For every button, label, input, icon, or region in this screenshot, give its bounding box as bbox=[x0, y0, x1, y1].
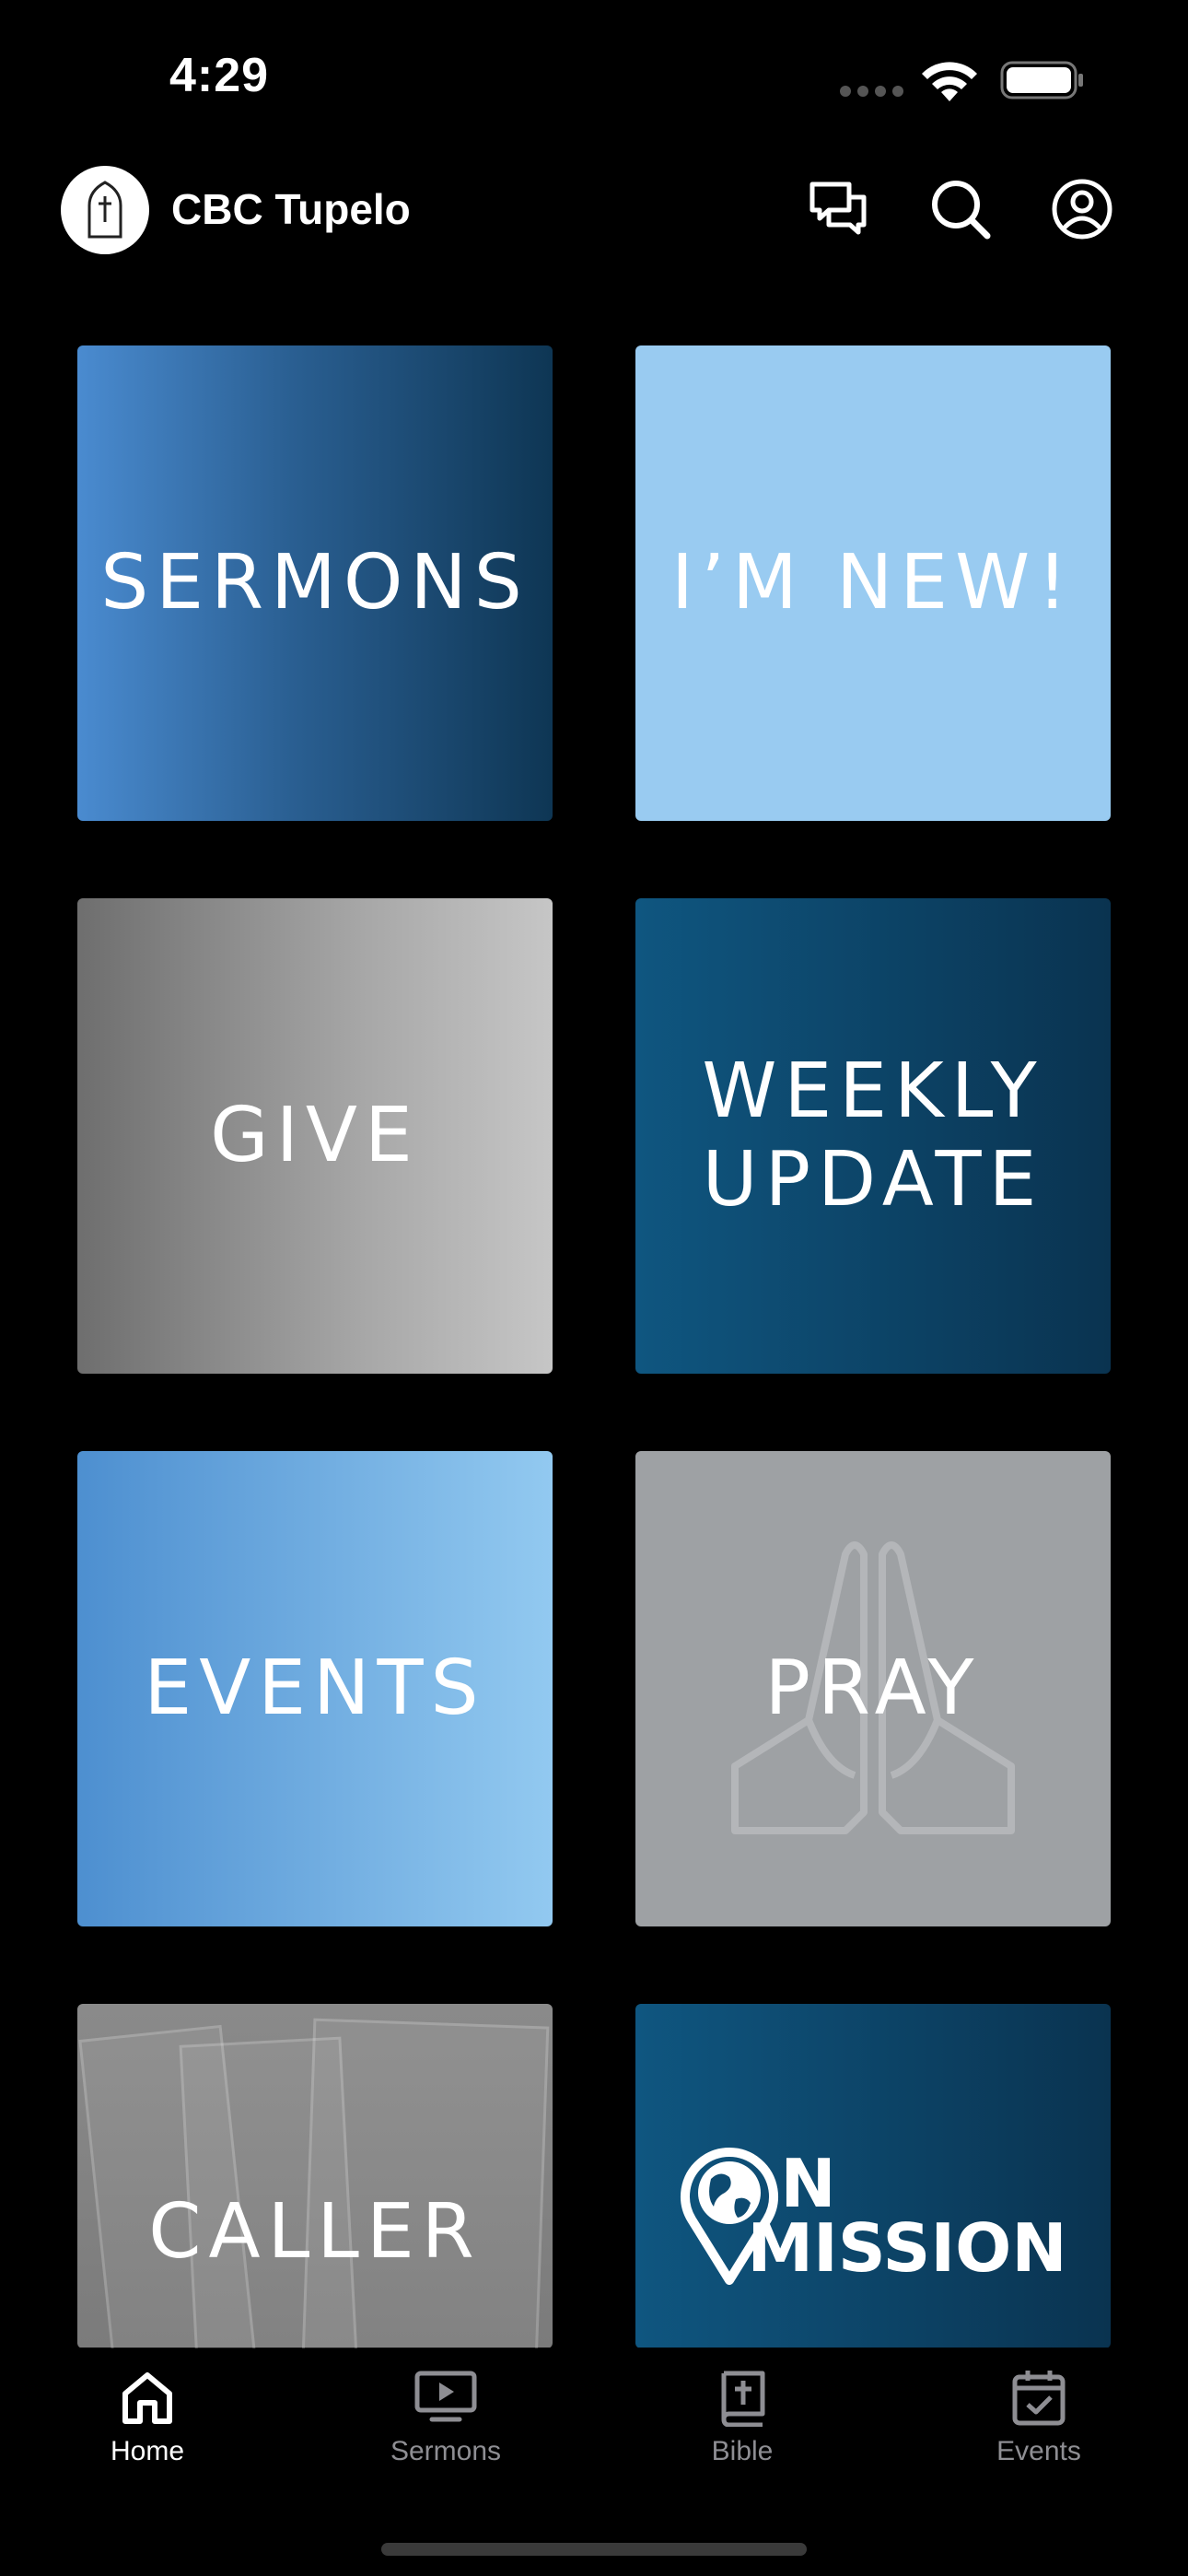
app-title: CBC Tupelo bbox=[171, 185, 411, 233]
tile-label: SERMONS bbox=[100, 539, 530, 626]
wifi-icon bbox=[922, 62, 977, 101]
mission-text-line2: MISSION bbox=[747, 2209, 1067, 2287]
church-logo[interactable] bbox=[61, 166, 149, 254]
tile-label-line: UPDATE bbox=[702, 1136, 1044, 1224]
bible-icon bbox=[721, 2371, 765, 2427]
home-icon bbox=[122, 2372, 172, 2424]
tile-label: WEEKLY UPDATE bbox=[702, 1048, 1043, 1224]
tile-label: GIVE bbox=[210, 1092, 420, 1179]
account-icon[interactable] bbox=[1050, 177, 1114, 241]
tile-label-line: WEEKLY bbox=[702, 1048, 1044, 1135]
tab-sermons[interactable]: Sermons bbox=[335, 2368, 556, 2467]
tile-caller[interactable]: CALLER bbox=[77, 2004, 553, 2348]
calendar-icon bbox=[1012, 2371, 1066, 2426]
tile-label: I’M NEW! bbox=[670, 539, 1076, 626]
tile-label: EVENTS bbox=[144, 1645, 486, 1732]
on-mission-logo: N MISSION bbox=[679, 2142, 1067, 2289]
tab-label: Sermons bbox=[390, 2436, 502, 2466]
tab-label: Home bbox=[110, 2436, 185, 2466]
tile-on-mission[interactable]: N MISSION bbox=[635, 2004, 1111, 2348]
tab-label: Bible bbox=[711, 2436, 774, 2466]
church-door-icon bbox=[87, 181, 122, 239]
status-time: 4:29 bbox=[169, 49, 270, 102]
tile-label: CALLER bbox=[148, 2188, 482, 2276]
tab-bible[interactable]: Bible bbox=[632, 2368, 853, 2467]
cellular-signal-icon bbox=[840, 85, 910, 101]
tile-im-new[interactable]: I’M NEW! bbox=[635, 345, 1111, 821]
tile-give[interactable]: GIVE bbox=[77, 898, 553, 1374]
tab-bar: Home Sermons Bible Events bbox=[0, 2348, 1188, 2576]
tile-weekly-update[interactable]: WEEKLY UPDATE bbox=[635, 898, 1111, 1374]
video-icon bbox=[414, 2371, 477, 2422]
battery-icon bbox=[1000, 61, 1083, 100]
mission-text-line1: N bbox=[780, 2145, 836, 2222]
search-icon[interactable] bbox=[928, 177, 993, 241]
chat-icon[interactable] bbox=[807, 177, 871, 241]
tab-label: Events bbox=[996, 2436, 1081, 2466]
tile-pray[interactable]: PRAY bbox=[635, 1451, 1111, 1926]
magazine-image bbox=[301, 2018, 550, 2348]
home-indicator[interactable] bbox=[381, 2543, 807, 2556]
tab-home[interactable]: Home bbox=[37, 2368, 258, 2467]
tile-sermons[interactable]: SERMONS bbox=[77, 345, 553, 821]
tab-events[interactable]: Events bbox=[928, 2368, 1149, 2467]
tile-label: PRAY bbox=[764, 1645, 982, 1732]
tile-events[interactable]: EVENTS bbox=[77, 1451, 553, 1926]
